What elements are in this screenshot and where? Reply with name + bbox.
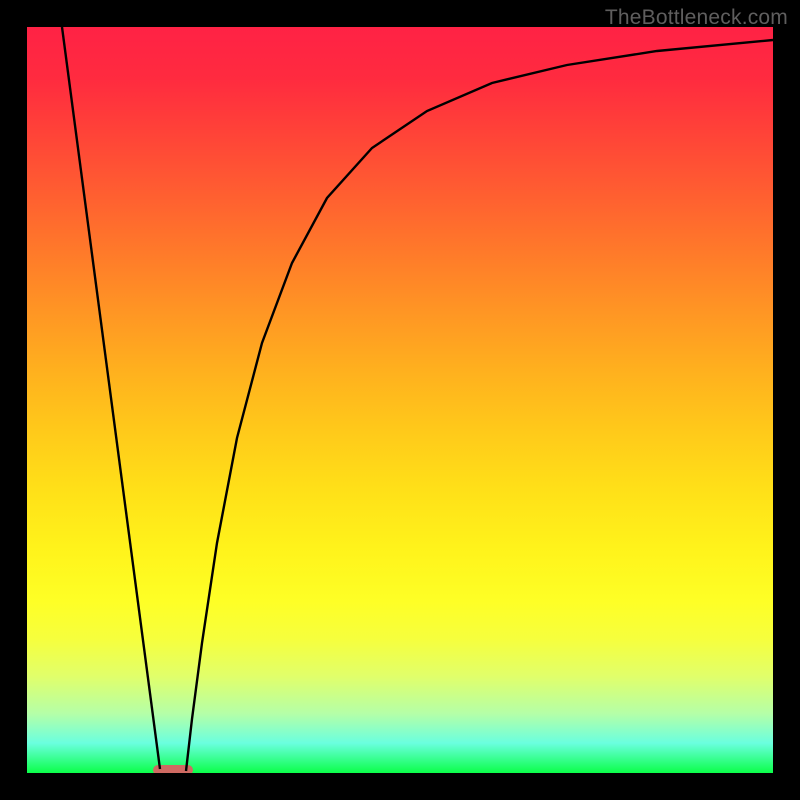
chart-frame: TheBottleneck.com bbox=[0, 0, 800, 800]
watermark-text: TheBottleneck.com bbox=[605, 6, 788, 30]
gradient-background bbox=[27, 27, 773, 773]
